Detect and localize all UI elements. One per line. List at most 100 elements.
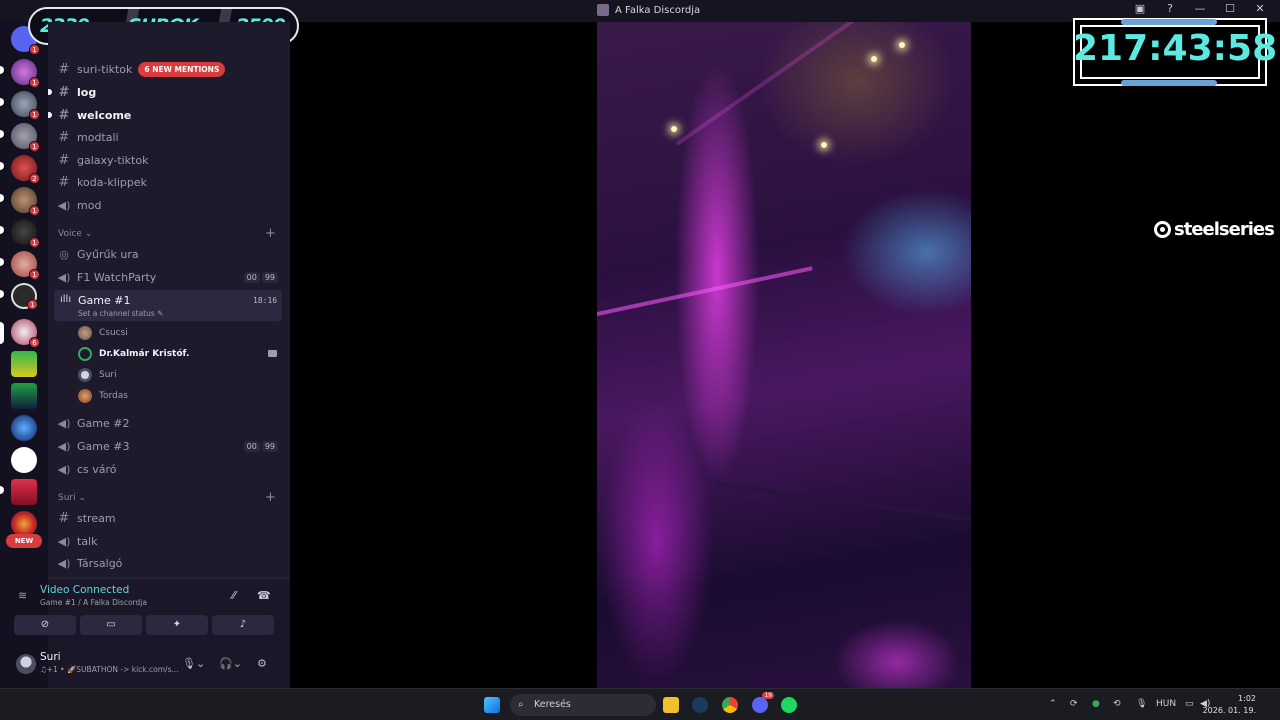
server-icon-5[interactable]: 1 (11, 187, 40, 216)
server-badge: 6 (29, 337, 40, 348)
channel-cs-varo[interactable]: ◀) cs váró (54, 458, 284, 480)
disconnect-icon[interactable]: ☎ (257, 589, 271, 602)
server-icon-12[interactable] (11, 415, 37, 441)
channel-list: # suri-tiktok 6 NEW MENTIONS # log # wel… (48, 22, 290, 578)
voice-status-title[interactable]: Video Connected (40, 584, 129, 596)
speaker-icon: ◀) (57, 416, 71, 430)
channel-stream[interactable]: # stream (54, 507, 284, 529)
server-icon-14[interactable] (11, 479, 37, 505)
discord-badge: 19 (762, 692, 774, 699)
channel-suri-tiktok[interactable]: # suri-tiktok 6 NEW MENTIONS (54, 58, 284, 80)
channel-label: welcome (77, 108, 132, 122)
camera-icon (268, 350, 277, 357)
channel-label: Game #3 (77, 439, 130, 453)
noise-suppression-icon[interactable]: ⁄⁄ (232, 589, 236, 602)
spotify-icon[interactable] (781, 697, 797, 713)
network-icon[interactable]: ▭ (1185, 699, 1194, 709)
add-channel-icon[interactable]: + (265, 490, 276, 505)
window-title: A Falka Discordja (597, 4, 700, 16)
voice-member[interactable]: Csucsi (78, 324, 128, 342)
language-indicator[interactable]: HUN (1156, 699, 1176, 709)
server-icon-13[interactable] (11, 447, 37, 473)
windows-start-icon[interactable] (484, 697, 500, 713)
channel-game-3[interactable]: ◀) Game #3 00 99 (54, 435, 284, 457)
channel-gyuruk-ura[interactable]: ◎ Gyűrűk ura (54, 243, 284, 265)
server-badge: 1 (29, 109, 40, 120)
timer-bar (1121, 80, 1217, 86)
video-stream[interactable] (597, 22, 971, 688)
headphones-icon[interactable]: 🎧⌄ (219, 657, 242, 670)
channel-koda-klippek[interactable]: # koda-klippek (54, 171, 284, 193)
discord-icon[interactable]: 19 (752, 692, 774, 713)
user-avatar[interactable] (16, 654, 36, 674)
category-label: Voice (58, 229, 82, 239)
voice-status-subtitle[interactable]: Game #1 / A Falka Discordja (40, 598, 147, 607)
new-servers-tag[interactable]: NEW (6, 534, 42, 548)
channel-welcome[interactable]: # welcome (54, 104, 284, 126)
microphone-tray-icon[interactable]: 🎙 (1136, 699, 1147, 709)
speaker-icon: ◀) (57, 270, 71, 284)
inbox-icon[interactable]: ▣ (1132, 2, 1148, 15)
set-channel-status[interactable]: Set a channel status ✎ (78, 309, 163, 318)
ceiling-light (871, 56, 877, 62)
channel-mod[interactable]: ◀) mod (54, 194, 284, 216)
member-name: Suri (99, 370, 117, 380)
user-name[interactable]: Suri (40, 651, 61, 663)
signal-icon[interactable]: ≋ (18, 589, 27, 602)
channel-talk[interactable]: ◀) talk (54, 530, 284, 552)
maximize-button[interactable]: ☐ (1222, 2, 1238, 15)
tray-app-icon[interactable]: ● (1092, 699, 1100, 709)
microphone-icon[interactable]: 🎙⌄ (182, 657, 205, 670)
add-channel-icon[interactable]: + (265, 226, 276, 241)
channel-modtali[interactable]: # modtali (54, 126, 284, 148)
taskbar-search[interactable]: ⌕ Keresés (510, 694, 656, 716)
unread-pill (0, 162, 4, 170)
user-count-current: 00 (243, 440, 260, 452)
text-channel-icon: # (58, 84, 70, 100)
server-icon-11[interactable] (11, 383, 37, 409)
activities-button[interactable]: ✦ (146, 615, 208, 635)
voice-member[interactable]: Tordas (78, 387, 128, 405)
ceiling-light (821, 142, 827, 148)
server-icon-1[interactable]: 1 (11, 59, 40, 88)
channel-log[interactable]: # log (54, 81, 284, 103)
channel-game-2[interactable]: ◀) Game #2 (54, 412, 284, 434)
speaker-icon: ◀) (57, 534, 71, 548)
text-channel-icon: # (58, 510, 70, 526)
server-icon-10[interactable] (11, 351, 37, 377)
tray-app-icon[interactable]: ⟲ (1113, 699, 1121, 709)
server-icon-3[interactable]: 1 (11, 123, 40, 152)
server-icon-7[interactable]: 1 (11, 251, 40, 280)
settings-gear-icon[interactable]: ⚙ (257, 657, 267, 670)
screen-share-button[interactable]: ▭ (80, 615, 142, 635)
server-icon-6[interactable]: 1 (11, 219, 40, 248)
close-button[interactable]: ✕ (1252, 2, 1268, 15)
server-icon-2[interactable]: 1 (11, 91, 40, 120)
user-status[interactable]: ♫+1 • 🚀SUBATHON -> kick.com/s... (40, 665, 179, 674)
chrome-icon[interactable] (722, 697, 738, 713)
soundboard-button[interactable]: ♪ (212, 615, 274, 635)
channel-galaxy-tiktok[interactable]: # galaxy-tiktok (54, 149, 284, 171)
channel-tarsalgo[interactable]: ◀) Társalgó (54, 552, 284, 574)
tray-overflow-icon[interactable]: ⌃ (1049, 699, 1057, 709)
taskbar-clock[interactable]: 1:02 2026. 01. 19. (1203, 693, 1256, 717)
minimize-button[interactable]: — (1192, 2, 1208, 15)
tray-app-icon[interactable]: ⟳ (1070, 699, 1078, 709)
voice-member[interactable]: Suri (78, 366, 117, 384)
server-icon-9[interactable]: 6 (11, 319, 40, 348)
new-mentions-badge[interactable]: 6 NEW MENTIONS (138, 61, 226, 77)
help-icon[interactable]: ? (1162, 2, 1178, 15)
server-icon-8[interactable]: 1 (11, 283, 38, 310)
camera-off-button[interactable]: ⊘ (14, 615, 76, 635)
unread-pill (0, 130, 4, 138)
channel-f1-watchparty[interactable]: ◀) F1 WatchParty 00 99 (54, 266, 284, 288)
voice-member-speaking[interactable]: Dr.Kalmár Kristóf. (78, 345, 189, 363)
file-explorer-icon[interactable] (663, 697, 679, 713)
steam-icon[interactable] (692, 697, 708, 713)
category-suri[interactable]: Suri ⌄ (58, 493, 86, 503)
server-icon-4[interactable]: 2 (11, 155, 40, 184)
category-label: Suri (58, 493, 76, 503)
light-streak (675, 22, 924, 146)
home-badge: 1 (29, 44, 40, 55)
category-voice[interactable]: Voice ⌄ (58, 229, 92, 239)
